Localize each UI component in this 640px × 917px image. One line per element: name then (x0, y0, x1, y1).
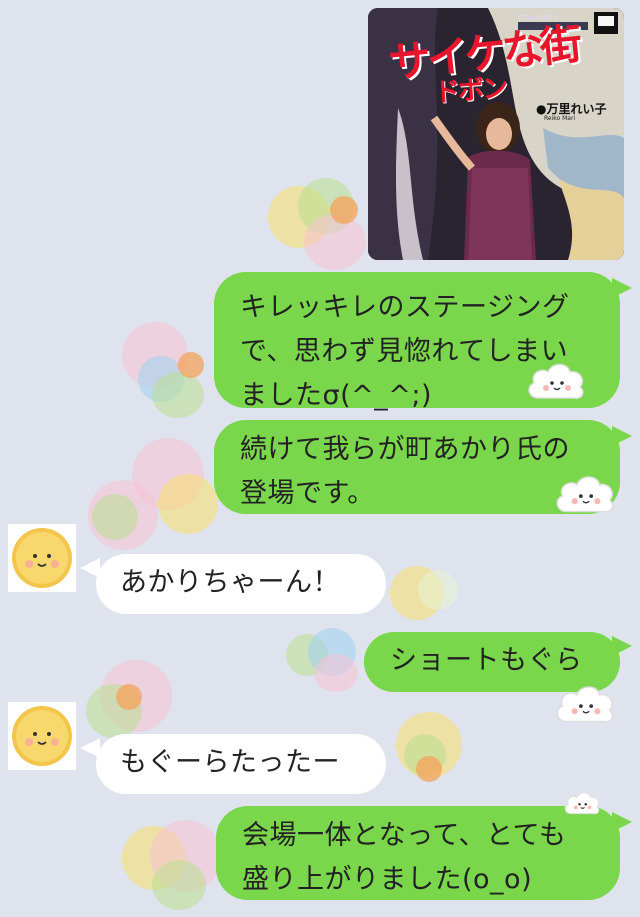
decor-circle (418, 570, 458, 610)
chat-area: COLUMBIA サイケな街 ドボン ●万里れい子 Reiko Mari キレッ… (0, 0, 640, 917)
decor-circle (158, 474, 218, 534)
message-line: キレッキレのステージング (240, 292, 570, 323)
cloud-smiley-icon (556, 476, 614, 513)
decor-circle (92, 494, 138, 540)
decor-circle (178, 352, 204, 378)
album-artist-en: Reiko Mari (544, 115, 576, 122)
bubble-tail (612, 636, 632, 656)
bubble-tail (612, 426, 632, 446)
album-cover-image[interactable]: COLUMBIA サイケな街 ドボン ●万里れい子 Reiko Mari (368, 8, 624, 260)
message-bubble-received[interactable]: あかりちゃーん！ (96, 554, 386, 614)
bubble-tail (80, 738, 100, 758)
message-line: あかりちゃーん！ (120, 567, 340, 598)
sun-avatar-icon[interactable] (8, 702, 76, 770)
decor-circle (152, 860, 206, 910)
message-line: ショートもぐら (390, 645, 583, 676)
message-line: もぐーらたったー (120, 747, 340, 778)
message-bubble-sent[interactable]: 会場一体となって、とても 盛り上がりました(o_o) (216, 806, 620, 900)
album-subtitle: ドボン (433, 73, 508, 109)
decor-circle (314, 654, 358, 692)
bubble-tail (80, 558, 100, 578)
bubble-tail (612, 278, 632, 298)
bubble-tail (612, 812, 632, 832)
message-line: 会場一体となって、とても (242, 820, 567, 851)
message-line: 盛り上がりました(o_o) (242, 864, 533, 895)
decor-circle (116, 684, 142, 710)
cloud-smiley-icon (528, 363, 584, 400)
decor-circle (304, 214, 366, 270)
message-line: 続けて我らが町あかり氏の (240, 434, 570, 465)
decor-circle (152, 372, 204, 418)
decor-circle (416, 756, 442, 782)
cloud-smiley-icon (556, 686, 614, 723)
message-bubble-received[interactable]: もぐーらたったー (96, 734, 386, 794)
decor-circle (330, 196, 358, 224)
sun-avatar-icon[interactable] (8, 524, 76, 592)
cloud-smiley-icon (564, 792, 600, 815)
